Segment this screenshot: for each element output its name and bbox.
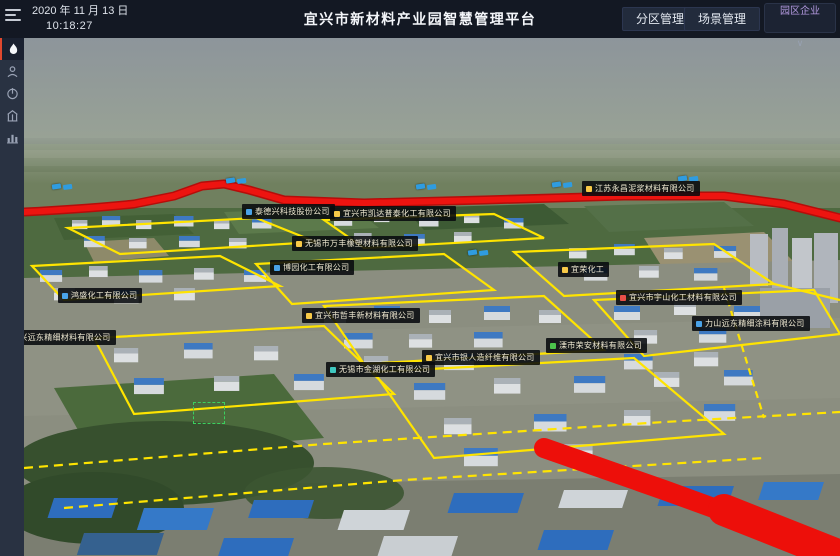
company-name: 宜荣化工 bbox=[571, 264, 604, 275]
scene-management-button[interactable]: 场景管理 bbox=[684, 7, 760, 31]
company-label[interactable]: 溧市荣安材料有限公司 bbox=[546, 338, 647, 353]
company-marker-icon bbox=[274, 265, 280, 271]
flame-icon bbox=[7, 43, 20, 56]
company-marker-icon bbox=[426, 355, 432, 361]
company-name: 宜兴市银人造纤维有限公司 bbox=[435, 352, 535, 363]
vehicle-marker[interactable] bbox=[226, 177, 236, 183]
company-name: 力山远东精细涂料有限公司 bbox=[705, 318, 805, 329]
company-marker-icon bbox=[246, 209, 252, 215]
company-label[interactable]: 鸿盛化工有限公司 bbox=[58, 288, 142, 303]
company-label[interactable]: 宜兴远东精细材料有限公司 bbox=[24, 330, 116, 345]
map-annotations: 泰德兴科技股份公司 宜兴市凯达普泰化工有限公司无锡市万丰橡塑材料有限公司博园化工有… bbox=[24, 38, 840, 556]
company-marker-icon bbox=[696, 321, 702, 327]
factory-icon bbox=[6, 109, 19, 122]
company-label[interactable]: 博园化工有限公司 bbox=[270, 260, 354, 275]
power-icon bbox=[6, 87, 19, 100]
company-marker-icon bbox=[62, 293, 68, 299]
company-name: 宜兴市凯达普泰化工有限公司 bbox=[343, 208, 451, 219]
company-marker-icon bbox=[562, 267, 568, 273]
company-label[interactable]: 力山远东精细涂料有限公司 bbox=[692, 316, 810, 331]
chevron-down-icon: ∨ bbox=[765, 37, 835, 49]
sidebar-item-enterprise[interactable] bbox=[0, 104, 24, 126]
company-label[interactable]: 江苏永昌泥浆材料有限公司 bbox=[582, 181, 700, 196]
company-label[interactable]: 泰德兴科技股份公司 bbox=[242, 204, 335, 219]
person-icon bbox=[6, 65, 19, 78]
vehicle-marker[interactable] bbox=[416, 183, 426, 189]
company-name: 溧市荣安材料有限公司 bbox=[559, 340, 642, 351]
vehicle-marker[interactable] bbox=[552, 181, 562, 187]
enterprise-dropdown[interactable]: 园区企业 ∨ bbox=[764, 3, 836, 33]
company-label[interactable]: 宜兴市凯达普泰化工有限公司 bbox=[330, 206, 456, 221]
company-marker-icon bbox=[306, 313, 312, 319]
company-name: 宜兴市宇山化工材料有限公司 bbox=[629, 292, 737, 303]
company-marker-icon bbox=[586, 186, 592, 192]
tool-sidebar bbox=[0, 38, 24, 556]
company-name: 鸿盛化工有限公司 bbox=[71, 290, 137, 301]
company-label[interactable]: 宜兴市哲丰新材料有限公司 bbox=[302, 308, 420, 323]
company-name: 宜兴远东精细材料有限公司 bbox=[24, 332, 111, 343]
company-name: 宜兴市哲丰新材料有限公司 bbox=[315, 310, 415, 321]
vehicle-marker[interactable] bbox=[52, 183, 62, 189]
company-marker-icon bbox=[334, 211, 340, 217]
sidebar-item-personnel[interactable] bbox=[0, 60, 24, 82]
sidebar-item-power[interactable] bbox=[0, 82, 24, 104]
company-marker-icon bbox=[620, 295, 626, 301]
enterprise-dropdown-label: 园区企业 bbox=[765, 4, 835, 19]
company-marker-icon bbox=[330, 367, 336, 373]
company-marker-icon bbox=[550, 343, 556, 349]
selection-box bbox=[193, 402, 225, 424]
company-name: 泰德兴科技股份公司 bbox=[255, 206, 330, 217]
vehicle-marker[interactable] bbox=[468, 249, 478, 255]
company-marker-icon bbox=[296, 241, 302, 247]
company-label[interactable]: 宜兴市宇山化工材料有限公司 bbox=[616, 290, 742, 305]
sidebar-item-fire[interactable] bbox=[0, 38, 24, 60]
map-3d-view[interactable]: 泰德兴科技股份公司 宜兴市凯达普泰化工有限公司无锡市万丰橡塑材料有限公司博园化工有… bbox=[24, 38, 840, 556]
company-name: 江苏永昌泥浆材料有限公司 bbox=[595, 183, 695, 194]
company-name: 无锡市万丰橡塑材料有限公司 bbox=[305, 238, 413, 249]
top-bar: 2020 年 11 月 13 日 10:18:27 宜兴市新材料产业园智慧管理平… bbox=[0, 0, 840, 38]
company-label[interactable]: 宜荣化工 bbox=[558, 262, 609, 277]
bar-chart-icon bbox=[6, 131, 19, 144]
company-name: 博园化工有限公司 bbox=[283, 262, 349, 273]
sidebar-item-statistics[interactable] bbox=[0, 126, 24, 148]
company-label[interactable]: 无锡市万丰橡塑材料有限公司 bbox=[292, 236, 418, 251]
company-label[interactable]: 宜兴市银人造纤维有限公司 bbox=[422, 350, 540, 365]
company-name: 无锡市金湖化工有限公司 bbox=[339, 364, 430, 375]
company-label[interactable]: 无锡市金湖化工有限公司 bbox=[326, 362, 435, 377]
